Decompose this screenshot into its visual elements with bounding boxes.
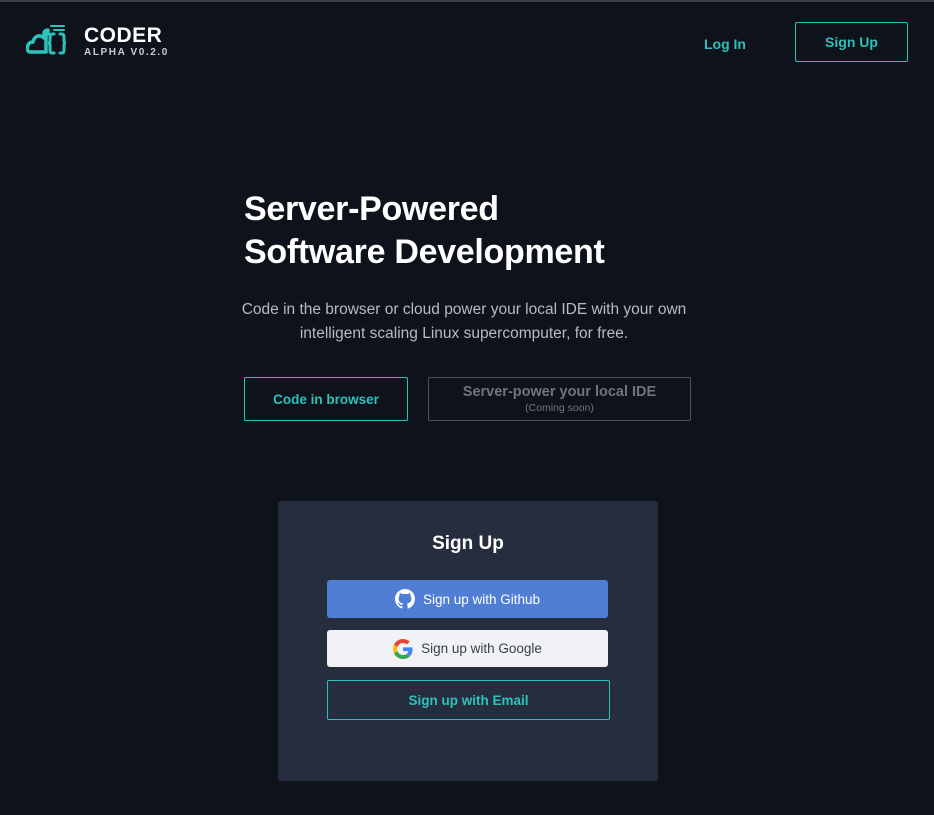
logo-name: CODER [84, 23, 163, 47]
login-link[interactable]: Log In [695, 35, 755, 53]
github-button-label: Sign up with Github [422, 591, 541, 607]
logo-version: ALPHA V0.2.0 [84, 46, 169, 58]
ide-button-label: Server-power your local IDE [462, 384, 657, 400]
header-signup-button[interactable]: Sign Up [795, 22, 908, 62]
signup-email-button[interactable]: Sign up with Email [327, 680, 610, 720]
code-in-browser-button[interactable]: Code in browser [244, 377, 408, 421]
signup-card-title: Sign Up [432, 533, 504, 554]
google-icon [393, 638, 413, 659]
signup-card: Sign Up Sign up with Github Sign up with… [278, 501, 658, 781]
hero-title-line-1: Server-Powered [244, 190, 499, 228]
google-button-label: Sign up with Google [421, 641, 542, 656]
hero-title-line-2: Software Development [244, 233, 605, 271]
github-icon [394, 589, 415, 609]
hero-title: Server-Powered Software Development [244, 188, 605, 274]
server-power-ide-button: Server-power your local IDE (Coming soon… [428, 377, 691, 421]
landing-page: CODER ALPHA V0.2.0 Log In Sign Up Server… [0, 0, 934, 815]
signup-github-button[interactable]: Sign up with Github [327, 580, 608, 618]
coder-logo-icon [26, 22, 76, 60]
coming-soon-note: (Coming soon) [525, 402, 594, 414]
signup-google-button[interactable]: Sign up with Google [327, 630, 608, 667]
coder-logo[interactable]: CODER ALPHA V0.2.0 [26, 22, 169, 60]
hero-subtitle: Code in the browser or cloud power your … [241, 301, 687, 342]
